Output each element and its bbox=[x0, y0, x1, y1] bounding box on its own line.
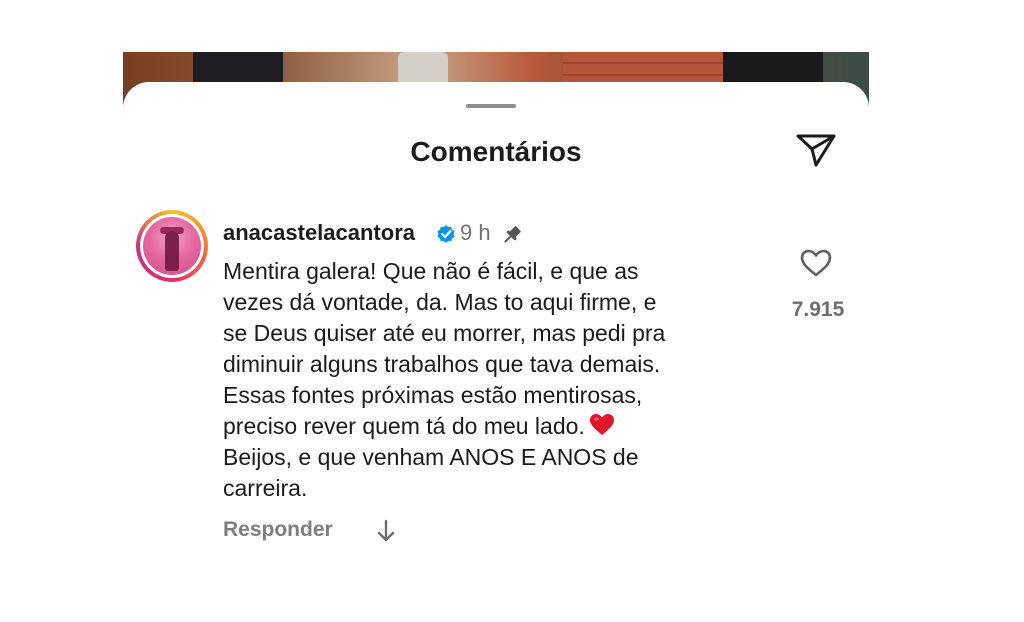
comment-line: se Deus quiser até eu morrer, mas pedi p… bbox=[223, 320, 666, 346]
comment-text: Mentira galera! Que não é fácil, e que a… bbox=[223, 256, 783, 504]
comment-line: Beijos, e que venham ANOS E ANOS de bbox=[223, 444, 639, 470]
comment-line: vezes dá vontade, da. Mas to aqui firme,… bbox=[223, 289, 657, 315]
reply-button[interactable]: Responder bbox=[223, 518, 333, 542]
comment-line: carreira. bbox=[223, 475, 308, 501]
comment-line: Mentira galera! Que não é fácil, e que a… bbox=[223, 258, 639, 284]
comment-timestamp: 9 h bbox=[460, 220, 491, 245]
heart-outline-icon[interactable] bbox=[799, 248, 833, 278]
comment-line: Essas fontes próximas estão mentirosas, bbox=[223, 382, 643, 408]
comment-username[interactable]: anacastelacantora bbox=[223, 220, 415, 246]
pin-icon bbox=[504, 226, 521, 243]
comment-line: preciso rever quem tá do meu lado. bbox=[223, 413, 585, 439]
comments-sheet: Comentários anacastelacantora 9 h Mentir… bbox=[123, 82, 869, 622]
avatar[interactable] bbox=[136, 210, 208, 282]
send-icon[interactable] bbox=[795, 132, 837, 168]
comment-line-with-emoji: preciso rever quem tá do meu lado. bbox=[223, 411, 783, 442]
verified-badge-icon bbox=[437, 225, 455, 243]
red-heart-emoji-icon bbox=[589, 414, 614, 435]
arrow-down-icon[interactable] bbox=[375, 518, 397, 544]
sheet-title: Comentários bbox=[410, 136, 582, 167]
like-count: 7.915 bbox=[791, 298, 845, 321]
comment-line: diminuir alguns trabalhos que tava demai… bbox=[223, 351, 661, 377]
drag-handle[interactable] bbox=[466, 104, 516, 108]
